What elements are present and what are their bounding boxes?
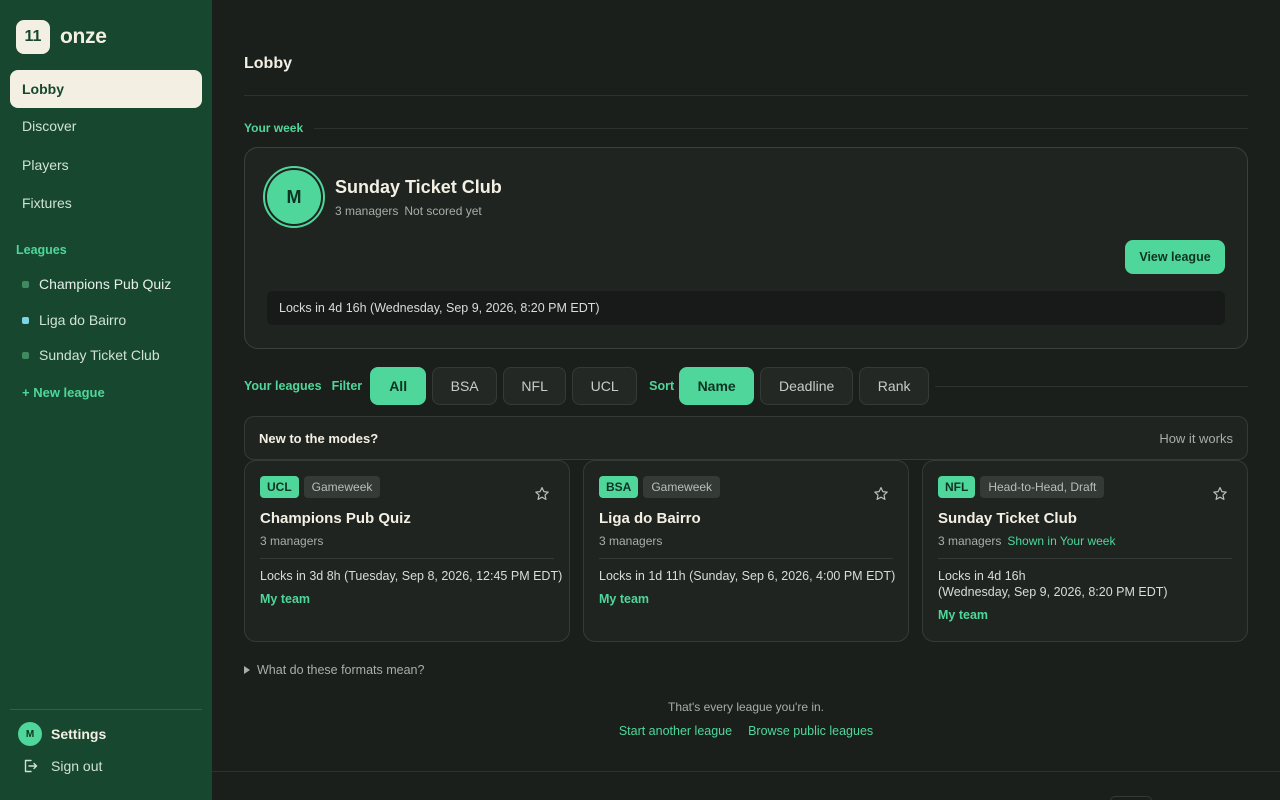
settings-link[interactable]: M Settings <box>18 722 106 746</box>
lock-deadline: Locks in 1d 11h (Sunday, Sep 6, 2026, 4:… <box>599 569 896 583</box>
star-icon[interactable] <box>534 486 550 502</box>
sidebar-league-label: Liga do Bairro <box>39 312 127 328</box>
nav-lobby[interactable]: Lobby <box>10 70 202 108</box>
sidebar-divider <box>10 709 202 710</box>
star-icon[interactable] <box>1212 486 1228 502</box>
sidebar-league-label: Sunday Ticket Club <box>39 347 160 363</box>
end-of-list-note: That's every league you're in. <box>668 700 824 714</box>
formats-disclosure[interactable]: What do these formats mean? <box>244 663 424 677</box>
league-card-liga-do-bairro[interactable]: BSA Gameweek Liga do Bairro 3 managers L… <box>583 460 909 642</box>
your-week-meta: 3 managers Not scored yet <box>335 204 482 218</box>
sort-chip-deadline[interactable]: Deadline <box>760 367 854 405</box>
brand-logo: 11 <box>16 20 50 54</box>
league-name: Champions Pub Quiz <box>260 510 411 527</box>
league-meta: 3 managers Shown in Your week <box>938 534 1115 548</box>
managers-count: 3 managers <box>335 204 399 218</box>
sign-out-link[interactable]: Sign out <box>22 758 102 774</box>
league-filters: Your leagues Filter All BSA NFL UCL Sort… <box>244 366 935 406</box>
lock-countdown: Locks in 4d 16h <box>938 569 1026 583</box>
mode-badge: Gameweek <box>303 476 381 498</box>
divider <box>244 95 1248 96</box>
filter-label: Filter <box>331 379 363 393</box>
mode-badge: Gameweek <box>643 476 721 498</box>
offscreen-control <box>1110 796 1152 800</box>
lock-deadline: Locks in 4d 16h (Wednesday, Sep 9, 2026,… <box>267 291 1225 325</box>
page-title: Lobby <box>244 55 292 72</box>
league-dot <box>22 351 29 359</box>
my-team-link[interactable]: My team <box>599 592 649 606</box>
divider <box>212 771 1280 772</box>
league-card-champions-pub-quiz[interactable]: UCL Gameweek Champions Pub Quiz 3 manage… <box>244 460 570 642</box>
my-team-link[interactable]: My team <box>260 592 310 606</box>
lock-datetime: (Wednesday, Sep 9, 2026, 8:20 PM EDT) <box>938 585 1168 599</box>
view-league-button[interactable]: View league <box>1125 240 1225 274</box>
mode-badge: Head-to-Head, Draft <box>980 476 1105 498</box>
sidebar: 11 onze Lobby Discover Players Fixtures … <box>0 0 212 800</box>
filter-chip-bsa[interactable]: BSA <box>432 367 498 405</box>
score-status: Not scored yet <box>404 204 482 218</box>
avatar: M <box>18 722 42 746</box>
sort-chip-rank[interactable]: Rank <box>859 367 930 405</box>
browse-public-leagues-link[interactable]: Browse public leagues <box>748 724 873 738</box>
sign-out-icon <box>24 759 38 773</box>
sidebar-league-label: Champions Pub Quiz <box>39 276 172 292</box>
divider <box>314 128 1248 129</box>
your-week-card: M Sunday Ticket Club 3 managers Not score… <box>244 147 1248 349</box>
managers-count: 3 managers <box>260 534 324 548</box>
divider <box>260 558 554 559</box>
your-week-league-name: Sunday Ticket Club <box>335 177 502 197</box>
your-week-label: Your week <box>244 121 304 135</box>
your-leagues-label: Your leagues <box>244 379 322 393</box>
sidebar-league-sunday-ticket-club[interactable]: Sunday Ticket Club <box>22 347 160 363</box>
divider <box>938 558 1232 559</box>
sidebar-league-champions-pub-quiz[interactable]: Champions Pub Quiz <box>22 276 171 292</box>
competition-badge: UCL <box>260 476 299 498</box>
sidebar-league-liga-do-bairro[interactable]: Liga do Bairro <box>22 312 126 328</box>
leagues-heading: Leagues <box>16 243 67 257</box>
league-meta: 3 managers <box>260 534 323 548</box>
nav-players[interactable]: Players <box>10 146 202 184</box>
divider <box>599 558 893 559</box>
sort-label: Sort <box>649 379 675 393</box>
nav-discover[interactable]: Discover <box>10 107 202 145</box>
modes-intro-title: New to the modes? <box>259 431 379 446</box>
league-card-sunday-ticket-club[interactable]: NFL Head-to-Head, Draft Sunday Ticket Cl… <box>922 460 1248 642</box>
start-another-league-link[interactable]: Start another league <box>619 724 732 738</box>
filter-chip-nfl[interactable]: NFL <box>503 367 567 405</box>
new-league-link[interactable]: + New league <box>22 385 105 400</box>
sign-out-label: Sign out <box>51 758 103 774</box>
nav-fixtures[interactable]: Fixtures <box>10 184 202 222</box>
my-team-link[interactable]: My team <box>938 608 988 622</box>
lock-deadline: Locks in 3d 8h (Tuesday, Sep 8, 2026, 12… <box>260 569 563 583</box>
league-avatar-initial: M <box>267 170 321 224</box>
sort-chip-name[interactable]: Name <box>679 367 755 405</box>
brand[interactable]: 11 onze <box>16 20 107 54</box>
filter-chip-all[interactable]: All <box>370 367 427 405</box>
league-name: Liga do Bairro <box>599 510 701 527</box>
competition-badge: BSA <box>599 476 639 498</box>
lock-deadline: Locks in 4d 16h (Wednesday, Sep 9, 2026,… <box>938 568 1168 600</box>
filter-chip-ucl[interactable]: UCL <box>572 367 638 405</box>
managers-count: 3 managers <box>938 534 1002 548</box>
brand-name: onze <box>60 25 107 48</box>
settings-label: Settings <box>51 726 107 742</box>
shown-in-your-week-note: Shown in Your week <box>1007 534 1116 548</box>
managers-count: 3 managers <box>599 534 663 548</box>
league-dot <box>22 280 29 288</box>
formats-disclosure-label: What do these formats mean? <box>257 663 425 677</box>
end-links: Start another league Browse public leagu… <box>244 724 1248 738</box>
how-it-works-link[interactable]: How it works <box>1159 431 1233 446</box>
divider <box>935 386 1248 387</box>
league-meta: 3 managers <box>599 534 662 548</box>
disclosure-triangle-icon <box>244 666 250 674</box>
league-name: Sunday Ticket Club <box>938 510 1077 527</box>
competition-badge: NFL <box>938 476 976 498</box>
league-dot <box>22 316 29 324</box>
star-icon[interactable] <box>873 486 889 502</box>
league-avatar: M <box>263 166 325 228</box>
modes-intro-bar: New to the modes? How it works <box>244 416 1248 460</box>
